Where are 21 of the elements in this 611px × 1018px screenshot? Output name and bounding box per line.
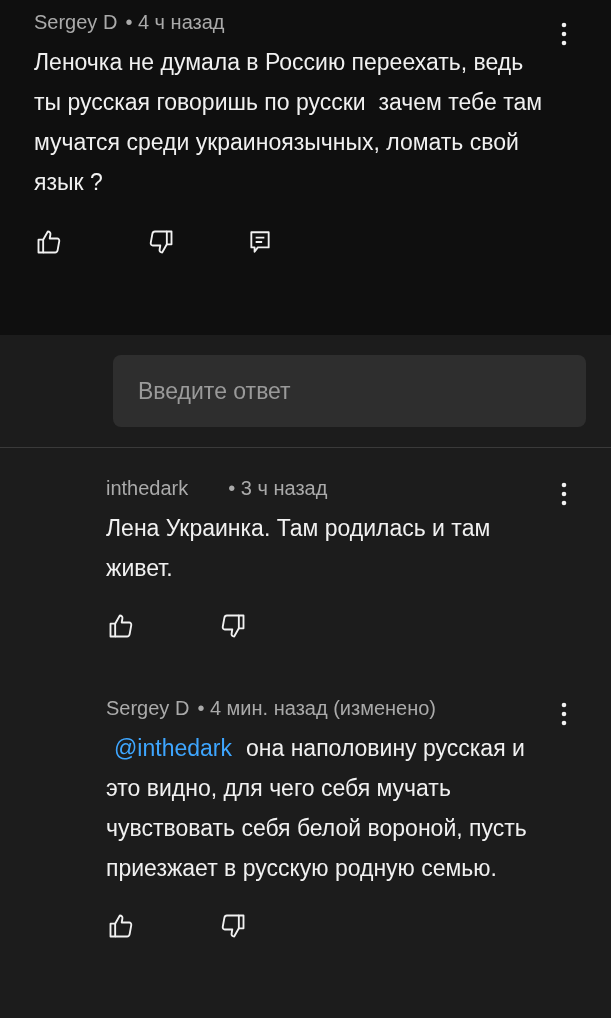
comment-icon[interactable]	[247, 229, 273, 255]
reply-author[interactable]: inthedark	[106, 472, 189, 504]
thumbs-up-icon[interactable]	[35, 228, 63, 256]
reply-text: Лена Украинка. Там родилась и там живет.	[106, 514, 492, 583]
more-options-icon[interactable]	[561, 482, 567, 506]
comment-text: Леночка не думала в Россию переехать, ведь ты русская говоришь по русски зачем тебе там мучатся среди украиноязычных, ломать свой язык ?	[34, 48, 544, 197]
thumbs-down-icon[interactable]	[219, 612, 247, 640]
reply-time: • 3 ч назад	[228, 476, 328, 501]
reply-text: @inthedark она наполовину русская и это видно, для чего себя мучать чувствовать себя белой вороной, пусть приезжает в русскую родную семью.	[106, 734, 528, 883]
reply-author[interactable]: Sergey D	[106, 692, 190, 724]
comment-time: • 4 ч назад	[125, 10, 225, 35]
mention-link[interactable]: @inthedark	[114, 735, 232, 761]
comment-author[interactable]: Sergey D	[34, 6, 118, 38]
thumbs-up-icon[interactable]	[107, 912, 135, 940]
more-options-icon[interactable]	[561, 702, 567, 726]
thumbs-down-icon[interactable]	[147, 228, 175, 256]
reply-input-field[interactable]: Введите ответ	[113, 355, 586, 427]
reply-time: • 4 мин. назад (изменено)	[197, 696, 437, 721]
more-options-icon[interactable]	[561, 22, 567, 46]
thumbs-up-icon[interactable]	[107, 612, 135, 640]
thumbs-down-icon[interactable]	[219, 912, 247, 940]
